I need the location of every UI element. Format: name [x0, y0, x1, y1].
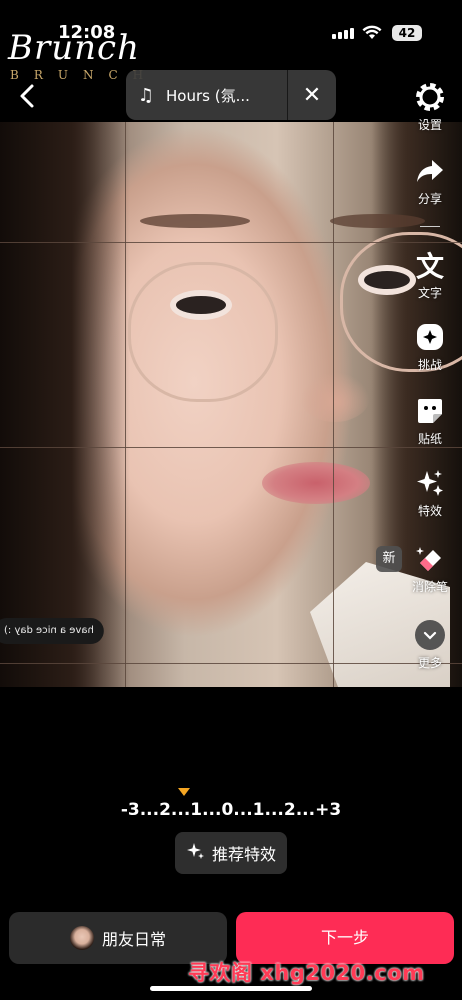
new-badge: 新	[376, 546, 402, 572]
friends-daily-label: 朋友日常	[101, 930, 166, 949]
challenge-icon	[400, 320, 460, 354]
cellular-signal-icon	[332, 28, 354, 39]
photo-nose	[300, 372, 370, 422]
photo-lips	[262, 462, 370, 504]
grid-line-horizontal-1	[0, 242, 462, 243]
settings-button[interactable]: 设置	[400, 80, 460, 133]
battery-indicator: 42	[392, 25, 422, 41]
wifi-icon	[362, 24, 382, 44]
sticker-icon	[400, 394, 460, 428]
share-button[interactable]: 分享	[400, 154, 460, 207]
recommend-effects-button[interactable]: 推荐特效	[175, 832, 287, 874]
eraser-label: 消除笔	[411, 580, 448, 594]
photo-hair-left	[0, 122, 130, 687]
recommend-effects-label: 推荐特效	[211, 845, 276, 864]
chevron-down-icon	[415, 620, 445, 650]
text-sticker[interactable]: have a nice day :)	[0, 618, 104, 644]
scale-marker-icon[interactable]	[178, 788, 190, 796]
grid-line-vertical-1	[125, 122, 126, 687]
more-button[interactable]: 更多	[400, 618, 460, 671]
back-button[interactable]	[14, 82, 42, 110]
share-label: 分享	[417, 192, 442, 206]
share-arrow-icon	[400, 154, 460, 188]
brand-script-text: Brunch	[8, 28, 140, 68]
home-indicator[interactable]	[150, 986, 312, 991]
gear-icon	[400, 80, 460, 114]
toolbar-divider	[420, 226, 440, 227]
glasses-lens-left	[128, 262, 278, 402]
challenge-label: 挑战	[417, 358, 442, 372]
music-title: Hours (氛...	[166, 86, 250, 105]
sparkle-icon	[400, 466, 460, 500]
text-button[interactable]: 文 文字	[400, 248, 460, 301]
music-note-icon: ♫	[137, 84, 155, 106]
sticker-button[interactable]: 贴纸	[400, 394, 460, 447]
sticker-label: 贴纸	[417, 432, 442, 446]
photo-brow-left	[140, 214, 250, 228]
watermark-text: 寻欢阁 xhg2020.com	[188, 961, 425, 985]
photo-brow-right	[330, 214, 425, 228]
brand-logo: Brunch BRUNCH	[8, 28, 143, 82]
music-remove-button[interactable]: ✕	[288, 83, 336, 108]
exposure-scale[interactable]: -3...2...1...0...1...2...+3	[0, 800, 462, 820]
grid-line-horizontal-2	[0, 447, 462, 448]
challenge-button[interactable]: 挑战	[400, 320, 460, 373]
sparkle-icon	[186, 841, 206, 865]
grid-line-horizontal-3	[0, 663, 462, 664]
grid-line-vertical-2	[333, 122, 334, 687]
settings-label: 设置	[417, 118, 442, 132]
eraser-button[interactable]: 消除笔	[400, 542, 460, 595]
eraser-icon	[400, 542, 460, 576]
more-icon-wrapper	[400, 618, 460, 652]
more-label: 更多	[417, 656, 442, 670]
text-icon: 文	[415, 250, 444, 283]
effects-label: 特效	[417, 504, 442, 518]
effects-button[interactable]: 特效	[400, 466, 460, 519]
music-selector[interactable]: ♫ Hours (氛... ✕	[126, 70, 336, 120]
avatar	[69, 926, 94, 950]
chevron-left-icon	[20, 84, 34, 108]
photo-preview[interactable]	[0, 122, 462, 687]
text-label: 文字	[417, 286, 442, 300]
